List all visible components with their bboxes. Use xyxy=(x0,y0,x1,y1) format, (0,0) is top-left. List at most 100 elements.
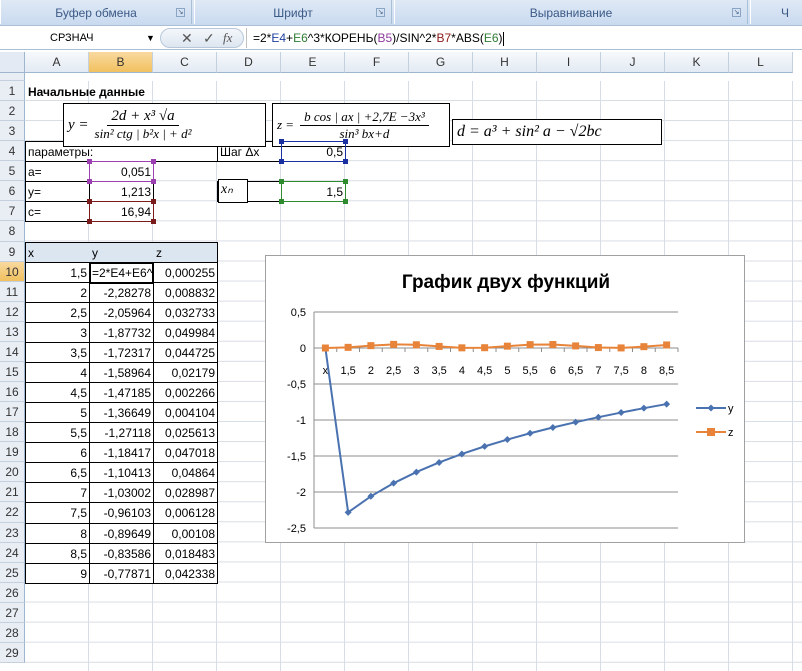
resize-handle[interactable] xyxy=(151,159,156,165)
cell-A12[interactable]: 2,5 xyxy=(26,303,89,323)
column-header-C[interactable]: C xyxy=(153,52,217,73)
cell-C14[interactable]: 0,044725 xyxy=(154,343,217,363)
resize-handle[interactable] xyxy=(343,179,348,185)
dialog-launcher-icon[interactable]: ↘ xyxy=(176,8,185,17)
cell-B24[interactable]: -0,83586 xyxy=(90,544,153,564)
cell-C9[interactable]: z xyxy=(154,243,217,263)
column-header-D[interactable]: D xyxy=(217,52,281,73)
cell-A21[interactable]: 7 xyxy=(26,483,89,503)
cell-A9[interactable]: x xyxy=(26,243,89,263)
row-header-9[interactable]: 9 xyxy=(0,241,25,262)
row-header-3[interactable]: 3 xyxy=(0,121,25,142)
resize-handle[interactable] xyxy=(279,199,284,205)
insert-function-icon[interactable]: fx xyxy=(223,29,232,47)
resize-handle[interactable] xyxy=(87,179,92,185)
cell-A24[interactable]: 8,5 xyxy=(26,544,89,564)
row-header-29[interactable]: 29 xyxy=(0,642,25,664)
resize-handle[interactable] xyxy=(279,179,284,185)
chart[interactable]: График двух функций 0,5 0 -0,5 -1 -1,5 -2 -2,5 x… xyxy=(265,255,745,543)
cell-C24[interactable]: 0,018483 xyxy=(154,544,217,564)
cell-A5[interactable]: a= xyxy=(26,162,89,182)
row-header-22[interactable]: 22 xyxy=(0,502,25,523)
row-header-23[interactable]: 23 xyxy=(0,522,25,543)
cell-B17[interactable]: -1,36649 xyxy=(90,403,153,423)
row-header-13[interactable]: 13 xyxy=(0,321,25,342)
cell-A20[interactable]: 6,5 xyxy=(26,463,89,483)
row-header-4[interactable]: 4 xyxy=(0,141,25,162)
row-header-12[interactable]: 12 xyxy=(0,301,25,322)
cell-C18[interactable]: 0,025613 xyxy=(154,423,217,443)
formula-input[interactable]: =2*E4+E6^3*КОРЕНЬ(B5)/SIN^2*B7*ABS(E6) xyxy=(246,28,504,48)
row-header-15[interactable]: 15 xyxy=(0,361,25,383)
cell-B21[interactable]: -1,03002 xyxy=(90,483,153,503)
column-header-G[interactable]: G xyxy=(409,52,473,73)
row-header-6[interactable]: 6 xyxy=(0,181,25,202)
column-header-A[interactable]: A xyxy=(25,52,89,73)
resize-handle[interactable] xyxy=(151,199,156,205)
row-header-17[interactable]: 17 xyxy=(0,402,25,423)
cell-B22[interactable]: -0,96103 xyxy=(90,503,153,523)
select-all-button[interactable] xyxy=(0,52,25,73)
cell-D6[interactable]: xₙ xyxy=(218,179,248,204)
cell-A6[interactable]: y= xyxy=(26,182,89,202)
cell-B23[interactable]: -0,89649 xyxy=(90,524,153,544)
row-header-2[interactable]: 2 xyxy=(0,101,25,122)
ribbon-group-font[interactable]: Шрифт ↘ xyxy=(194,0,392,24)
dialog-launcher-icon[interactable]: ↘ xyxy=(732,8,741,17)
column-header-B[interactable]: B xyxy=(89,52,153,73)
row-header-19[interactable]: 19 xyxy=(0,442,25,463)
row-header-28[interactable]: 28 xyxy=(0,622,25,643)
cell-A25[interactable]: 9 xyxy=(26,564,89,584)
resize-handle[interactable] xyxy=(87,219,92,225)
ribbon-group-alignment[interactable]: Выравнивание ↘ xyxy=(394,0,748,24)
cancel-icon[interactable]: ✕ xyxy=(181,29,193,47)
equation-y[interactable]: y = 2d + x³ √a sin² ctg | b²x | + d² xyxy=(63,103,266,147)
column-header-F[interactable]: F xyxy=(345,52,409,73)
cell-B19[interactable]: -1,18417 xyxy=(90,443,153,463)
cell-C17[interactable]: 0,004104 xyxy=(154,403,217,423)
row-header-24[interactable]: 24 xyxy=(0,542,25,563)
cell-A19[interactable]: 6 xyxy=(26,443,89,463)
cell-C11[interactable]: 0,008832 xyxy=(154,283,217,303)
row-header-1[interactable]: 1 xyxy=(0,81,25,102)
equation-d[interactable]: d = a³ + sin² a − √2bc xyxy=(452,119,662,145)
row-header-8[interactable]: 8 xyxy=(0,221,25,242)
cell-B12[interactable]: -2,05964 xyxy=(90,303,153,323)
resize-handle[interactable] xyxy=(87,159,92,165)
column-header-I[interactable]: I xyxy=(537,52,601,73)
cell-A18[interactable]: 5,5 xyxy=(26,423,89,443)
cell-A14[interactable]: 3,5 xyxy=(26,343,89,363)
cell-A16[interactable]: 4,5 xyxy=(26,383,89,403)
row-header-18[interactable]: 18 xyxy=(0,422,25,443)
cell-A10[interactable]: 1,5 xyxy=(26,263,89,283)
cell-B10[interactable]: =2*E4+E6^ xyxy=(89,261,154,284)
resize-handle[interactable] xyxy=(343,159,348,165)
row-header-20[interactable]: 20 xyxy=(0,462,25,483)
cell-A23[interactable]: 8 xyxy=(26,524,89,544)
cell-A7[interactable]: c= xyxy=(26,202,89,222)
cell-C15[interactable]: 0,02179 xyxy=(154,363,217,383)
cell-C20[interactable]: 0,04864 xyxy=(154,463,217,483)
resize-handle[interactable] xyxy=(279,159,284,165)
cell-C22[interactable]: 0,006128 xyxy=(154,503,217,523)
column-header-H[interactable]: H xyxy=(473,52,537,73)
row-header-5[interactable]: 5 xyxy=(0,161,25,182)
column-header-J[interactable]: J xyxy=(601,52,665,73)
cell-B16[interactable]: -1,47185 xyxy=(90,383,153,403)
resize-handle[interactable] xyxy=(343,199,348,205)
row-header-27[interactable]: 27 xyxy=(0,602,25,623)
row-header-14[interactable]: 14 xyxy=(0,341,25,362)
cell-C21[interactable]: 0,028987 xyxy=(154,483,217,503)
cell-B20[interactable]: -1,10413 xyxy=(90,463,153,483)
cell-B6[interactable]: 1,213 xyxy=(90,182,153,202)
column-header-L[interactable]: L xyxy=(729,52,793,73)
row-header-10[interactable]: 10 xyxy=(0,261,25,282)
name-box[interactable]: СРЗНАЧ xyxy=(2,28,156,48)
cell-A22[interactable]: 7,5 xyxy=(26,503,89,523)
cell-B9[interactable]: y xyxy=(90,243,153,263)
cell-A11[interactable]: 2 xyxy=(26,283,89,303)
cell-C10[interactable]: 0,000255 xyxy=(154,263,217,283)
ribbon-group-number[interactable]: Ч xyxy=(750,0,802,24)
cell-C13[interactable]: 0,049984 xyxy=(154,323,217,343)
row-header-16[interactable]: 16 xyxy=(0,382,25,403)
